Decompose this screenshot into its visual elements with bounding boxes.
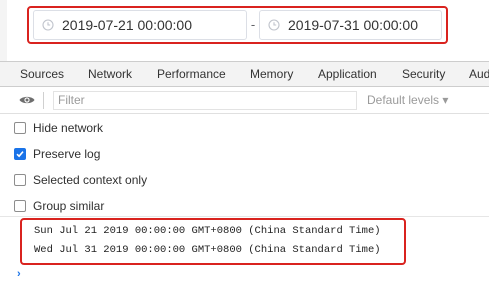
start-date-input[interactable]: 2019-07-21 00:00:00: [33, 10, 247, 40]
eye-icon[interactable]: [19, 95, 35, 105]
console-toolbar: Filter Default levels ▾: [0, 87, 489, 114]
clock-icon: [268, 19, 280, 31]
default-levels-dropdown[interactable]: Default levels ▾: [367, 93, 448, 107]
tab-security[interactable]: Security: [402, 67, 445, 81]
end-date-input[interactable]: 2019-07-31 00:00:00: [259, 10, 442, 40]
filter-input[interactable]: Filter: [53, 91, 357, 110]
toolbar-divider: [43, 92, 44, 109]
option-selected-context[interactable]: Selected context only: [14, 171, 147, 189]
tab-application[interactable]: Application: [318, 67, 377, 81]
checkmark-icon: [16, 151, 24, 158]
option-hide-network[interactable]: Hide network: [14, 119, 103, 137]
console-prompt-icon[interactable]: ›: [17, 268, 21, 280]
group-similar-label: Group similar: [33, 199, 105, 213]
console-log-line: Sun Jul 21 2019 00:00:00 GMT+0800 (China…: [34, 225, 381, 237]
option-preserve-log[interactable]: Preserve log: [14, 145, 100, 163]
option-group-similar[interactable]: Group similar: [14, 197, 104, 215]
console-log-line: Wed Jul 31 2019 00:00:00 GMT+0800 (China…: [34, 244, 381, 256]
preserve-log-label: Preserve log: [33, 147, 101, 161]
group-similar-checkbox[interactable]: [14, 200, 26, 212]
hide-network-checkbox[interactable]: [14, 122, 26, 134]
range-separator: -: [250, 17, 256, 32]
hide-network-label: Hide network: [33, 121, 104, 135]
preserve-log-checkbox[interactable]: [14, 148, 26, 160]
date-range-picker-area: 2019-07-21 00:00:00 - 2019-07-31 00:00:0…: [0, 0, 489, 61]
devtools-tab-bar: Sources Network Performance Memory Appli…: [0, 61, 489, 87]
end-date-text: 2019-07-31 00:00:00: [288, 17, 418, 33]
selected-context-checkbox[interactable]: [14, 174, 26, 186]
tab-performance[interactable]: Performance: [157, 67, 226, 81]
left-strip: [0, 0, 7, 61]
selected-context-label: Selected context only: [33, 173, 148, 187]
tab-sources[interactable]: Sources: [20, 67, 64, 81]
start-date-text: 2019-07-21 00:00:00: [62, 17, 192, 33]
clock-icon: [42, 19, 54, 31]
tab-memory[interactable]: Memory: [250, 67, 293, 81]
console-output: Sun Jul 21 2019 00:00:00 GMT+0800 (China…: [0, 216, 489, 285]
tab-network[interactable]: Network: [88, 67, 132, 81]
devtools-panel: Sources Network Performance Memory Appli…: [0, 61, 489, 284]
log-highlight: Sun Jul 21 2019 00:00:00 GMT+0800 (China…: [20, 218, 406, 265]
date-range-highlight: 2019-07-21 00:00:00 - 2019-07-31 00:00:0…: [27, 6, 448, 44]
tab-audits[interactable]: Aud: [469, 67, 489, 81]
